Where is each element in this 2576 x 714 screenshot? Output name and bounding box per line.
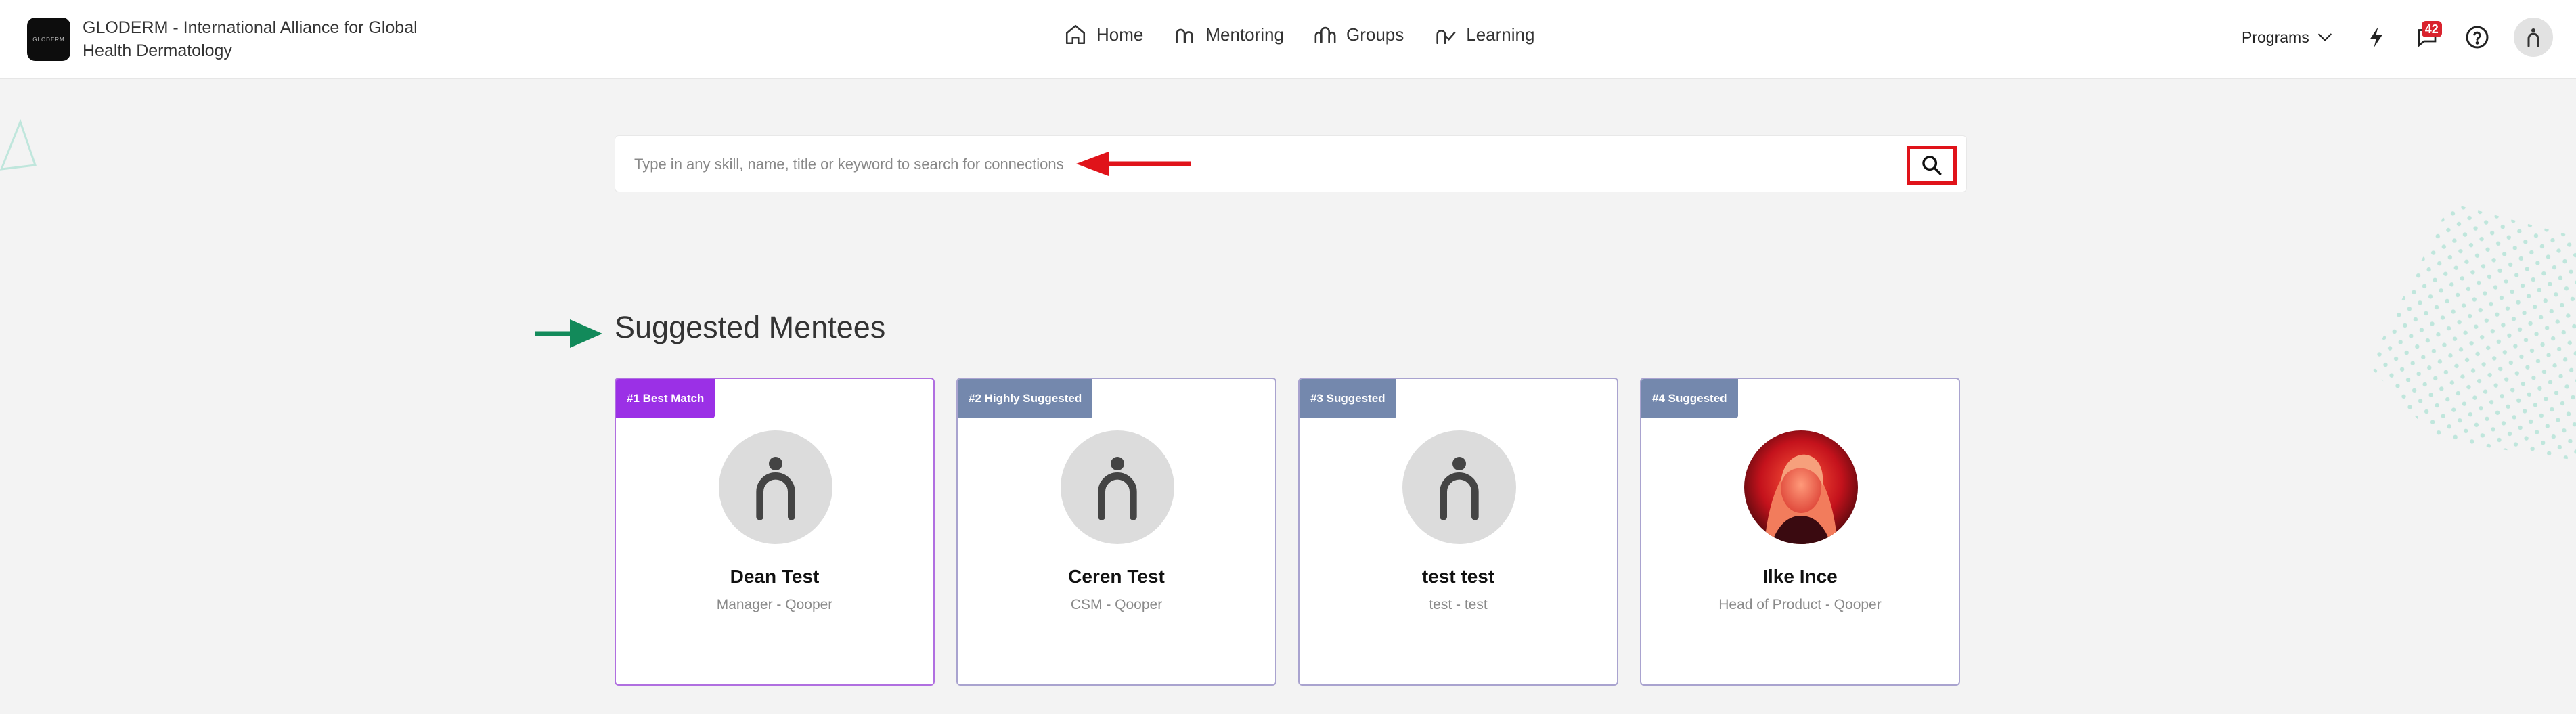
brand[interactable]: GLODERM GLODERM - International Alliance… bbox=[27, 16, 435, 62]
quick-actions-button[interactable] bbox=[2363, 24, 2391, 51]
notifications-button[interactable]: 42 bbox=[2414, 21, 2442, 51]
profile-photo-image bbox=[1744, 430, 1858, 544]
help-button[interactable] bbox=[2464, 24, 2491, 51]
profile-photo bbox=[1744, 430, 1858, 544]
user-avatar-icon bbox=[2527, 28, 2539, 47]
nav-item-learning[interactable]: Learning bbox=[1434, 23, 1534, 46]
brand-logo[interactable]: GLODERM bbox=[27, 18, 70, 61]
nav-label-groups: Groups bbox=[1346, 24, 1404, 45]
home-icon bbox=[1065, 24, 1086, 45]
mentee-name: Dean Test bbox=[730, 566, 820, 587]
brand-logo-text: GLODERM bbox=[32, 36, 65, 43]
avatar bbox=[1061, 430, 1174, 544]
connection-search-bar bbox=[615, 135, 1967, 192]
chevron-down-icon bbox=[2317, 33, 2332, 41]
rank-badge: #4 Suggested bbox=[1641, 379, 1738, 418]
programs-label: Programs bbox=[2242, 28, 2309, 46]
mentoring-icon bbox=[1176, 28, 1193, 43]
mentee-card[interactable]: #3 Suggested test test test - test bbox=[1298, 378, 1618, 686]
mentee-card[interactable]: #1 Best Match Dean Test Manager - Qooper bbox=[615, 378, 935, 686]
search-button[interactable] bbox=[1907, 146, 1957, 185]
mentee-card[interactable]: #2 Highly Suggested Ceren Test CSM - Qoo… bbox=[956, 378, 1276, 686]
mentee-role: CSM - Qooper bbox=[1070, 597, 1163, 612]
mentee-card[interactable]: #4 Suggested Ilke Ince Head of Product -… bbox=[1640, 378, 1960, 686]
groups-icon bbox=[1314, 26, 1336, 43]
rank-badge: #3 Suggested bbox=[1300, 379, 1396, 418]
user-menu-avatar[interactable] bbox=[2513, 18, 2553, 57]
header-actions: Programs 42 bbox=[2242, 18, 2553, 57]
learning-icon bbox=[1436, 30, 1456, 45]
lightning-icon bbox=[2370, 27, 2382, 47]
brand-title[interactable]: GLODERM - International Alliance for Glo… bbox=[83, 16, 435, 62]
search-icon bbox=[1922, 156, 1942, 175]
decorative-triangle bbox=[0, 119, 37, 171]
default-avatar-icon bbox=[756, 457, 795, 520]
nav-label-learning: Learning bbox=[1466, 24, 1535, 45]
default-avatar-icon bbox=[1098, 457, 1137, 520]
mentee-role: test - test bbox=[1429, 597, 1488, 612]
annotation-red-arrow bbox=[1076, 152, 1191, 176]
nav-item-groups[interactable]: Groups bbox=[1314, 23, 1404, 46]
programs-dropdown[interactable]: Programs bbox=[2242, 28, 2334, 47]
help-icon bbox=[2466, 26, 2489, 49]
main-nav: Home Mentoring Groups Learning bbox=[1064, 23, 1564, 46]
section-title: Suggested Mentees bbox=[615, 310, 886, 344]
mentee-name: test test bbox=[1421, 566, 1495, 587]
avatar bbox=[719, 430, 832, 544]
nav-label-home: Home bbox=[1096, 24, 1144, 45]
nav-item-mentoring[interactable]: Mentoring bbox=[1173, 23, 1284, 46]
mentee-role: Head of Product - Qooper bbox=[1718, 597, 1882, 612]
rank-badge: #1 Best Match bbox=[616, 379, 715, 418]
decorative-dot-pattern bbox=[2369, 203, 2576, 460]
mentee-role: Manager - Qooper bbox=[716, 597, 833, 612]
nav-label-mentoring: Mentoring bbox=[1205, 24, 1284, 45]
mentee-name: Ceren Test bbox=[1068, 566, 1165, 587]
default-avatar-icon bbox=[1440, 457, 1479, 520]
nav-item-home[interactable]: Home bbox=[1064, 23, 1143, 46]
avatar bbox=[1402, 430, 1516, 544]
notification-count-badge: 42 bbox=[2421, 21, 2442, 37]
annotation-green-arrow bbox=[535, 319, 602, 348]
search-input[interactable] bbox=[634, 150, 1907, 179]
rank-badge: #2 Highly Suggested bbox=[958, 379, 1093, 418]
mentee-name: Ilke Ince bbox=[1762, 566, 1838, 587]
top-navigation-bar: GLODERM GLODERM - International Alliance… bbox=[0, 0, 2576, 79]
